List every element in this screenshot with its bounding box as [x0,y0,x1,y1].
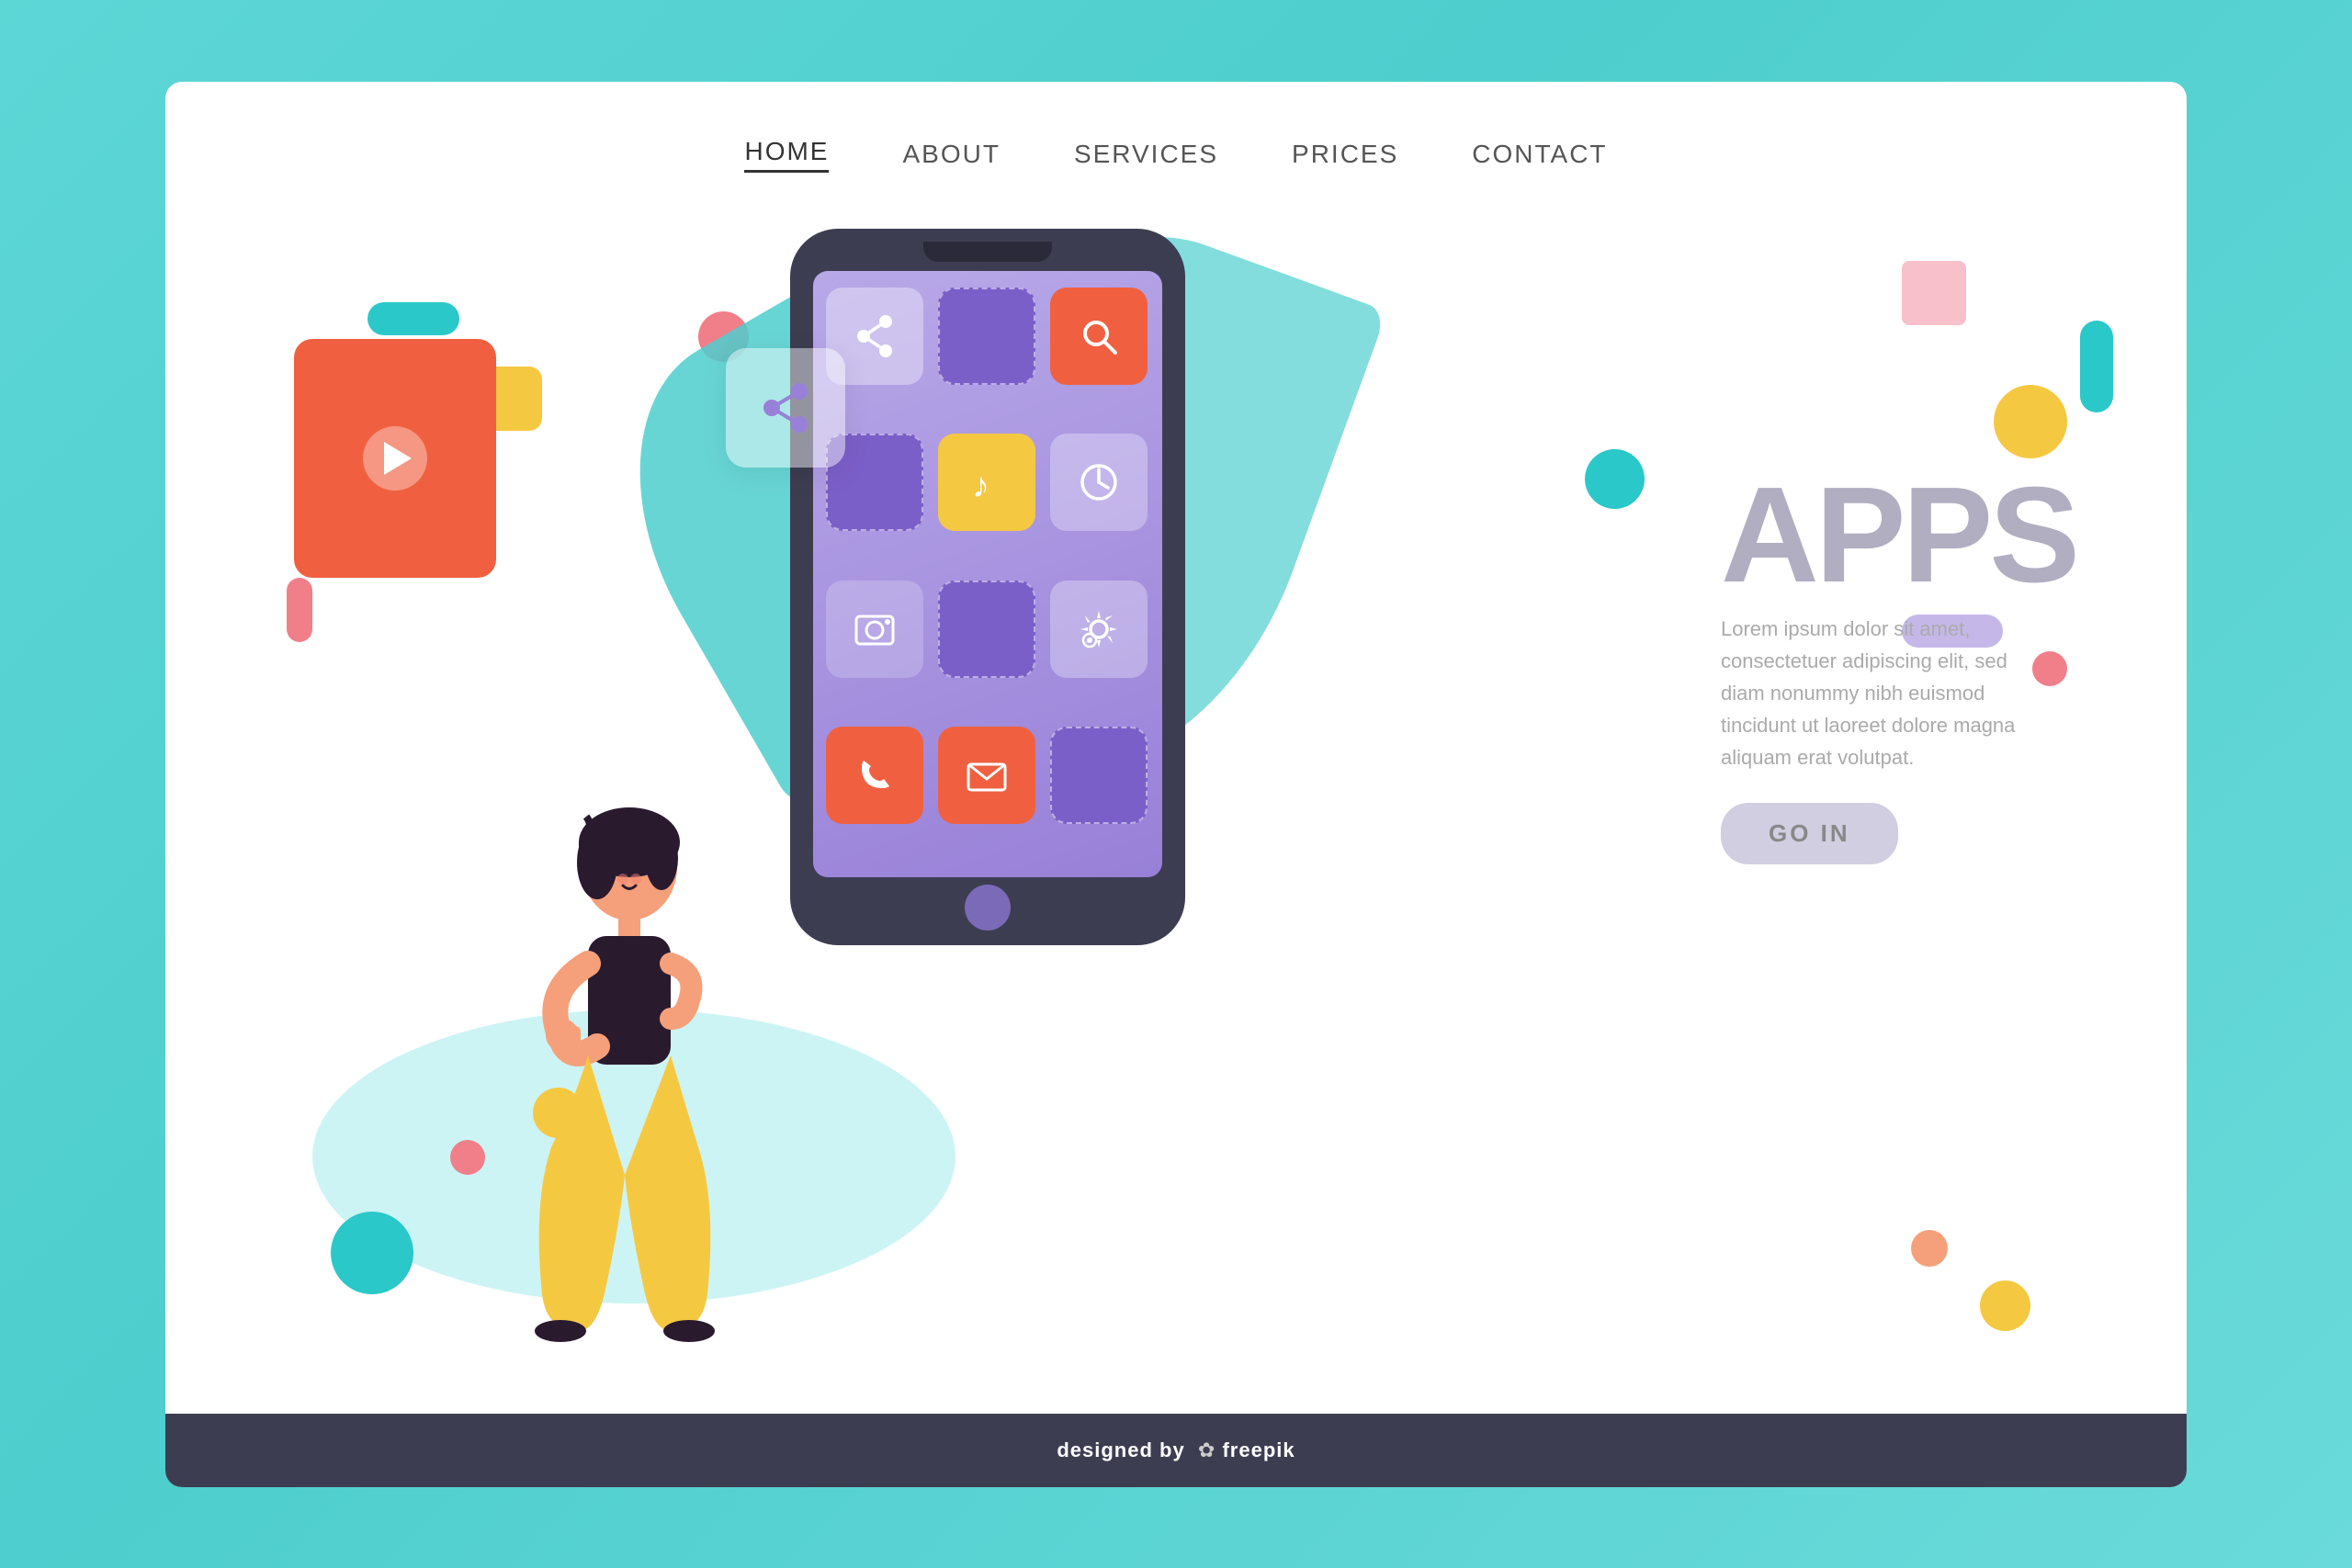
video-card[interactable] [294,339,496,578]
teal-pill-v-shape [2080,321,2113,412]
navbar: HOME ABOUT SERVICES PRICES CONTACT [165,82,2187,173]
nav-about[interactable]: ABOUT [902,140,1000,169]
app-music[interactable]: ♪ [938,434,1035,531]
app-mail[interactable] [938,727,1035,824]
footer-brand: freepik [1222,1438,1295,1461]
app-settings[interactable] [1050,581,1148,678]
app-purple-1[interactable] [938,288,1035,385]
nav-contact[interactable]: CONTACT [1472,140,1607,169]
pink-square-shape [1902,261,1966,325]
phone-mockup: ♪ [790,229,1185,945]
footer: designed by ✿ freepik [165,1414,2187,1487]
share-float-icon [726,348,845,468]
apps-title: APPS [1721,468,2076,604]
pink-pill-v-shape [287,578,312,642]
salmon-circle-shape [1911,1230,1948,1267]
svg-text:♪: ♪ [972,467,989,504]
nav-prices[interactable]: PRICES [1292,140,1398,169]
teal-circle-large-shape [331,1212,413,1294]
footer-designed-by: designed by [1057,1438,1184,1461]
app-photo[interactable] [826,581,923,678]
apps-section: APPS Lorem ipsum dolor sit amet, consect… [1721,468,2076,865]
yellow-sm-right-shape [1980,1280,2030,1331]
play-button[interactable] [363,426,427,491]
app-purple-3[interactable] [938,581,1035,678]
nav-home[interactable]: HOME [744,137,829,173]
go-in-button[interactable]: GO IN [1721,803,1898,864]
app-phone[interactable] [826,727,923,824]
apps-description: Lorem ipsum dolor sit amet, consectetuer… [1721,613,2033,774]
teal-circle-shape [1585,449,1645,509]
phone-screen: ♪ [813,271,1162,877]
app-purple-4[interactable] [1050,727,1148,824]
main-card: HOME ABOUT SERVICES PRICES CONTACT [165,82,2187,1487]
character-illustration [487,780,763,1404]
nav-services[interactable]: SERVICES [1074,140,1218,169]
footer-text: designed by ✿ freepik [1057,1438,1295,1462]
phone-notch [923,242,1052,262]
teal-pill-shape [368,302,459,335]
app-search[interactable] [1050,288,1148,385]
pink-sm-circle-shape [450,1140,485,1175]
app-clock[interactable] [1050,434,1148,531]
phone-home-button[interactable] [965,885,1011,931]
play-triangle-icon [384,442,412,475]
yellow-circle-shape [1994,385,2067,458]
